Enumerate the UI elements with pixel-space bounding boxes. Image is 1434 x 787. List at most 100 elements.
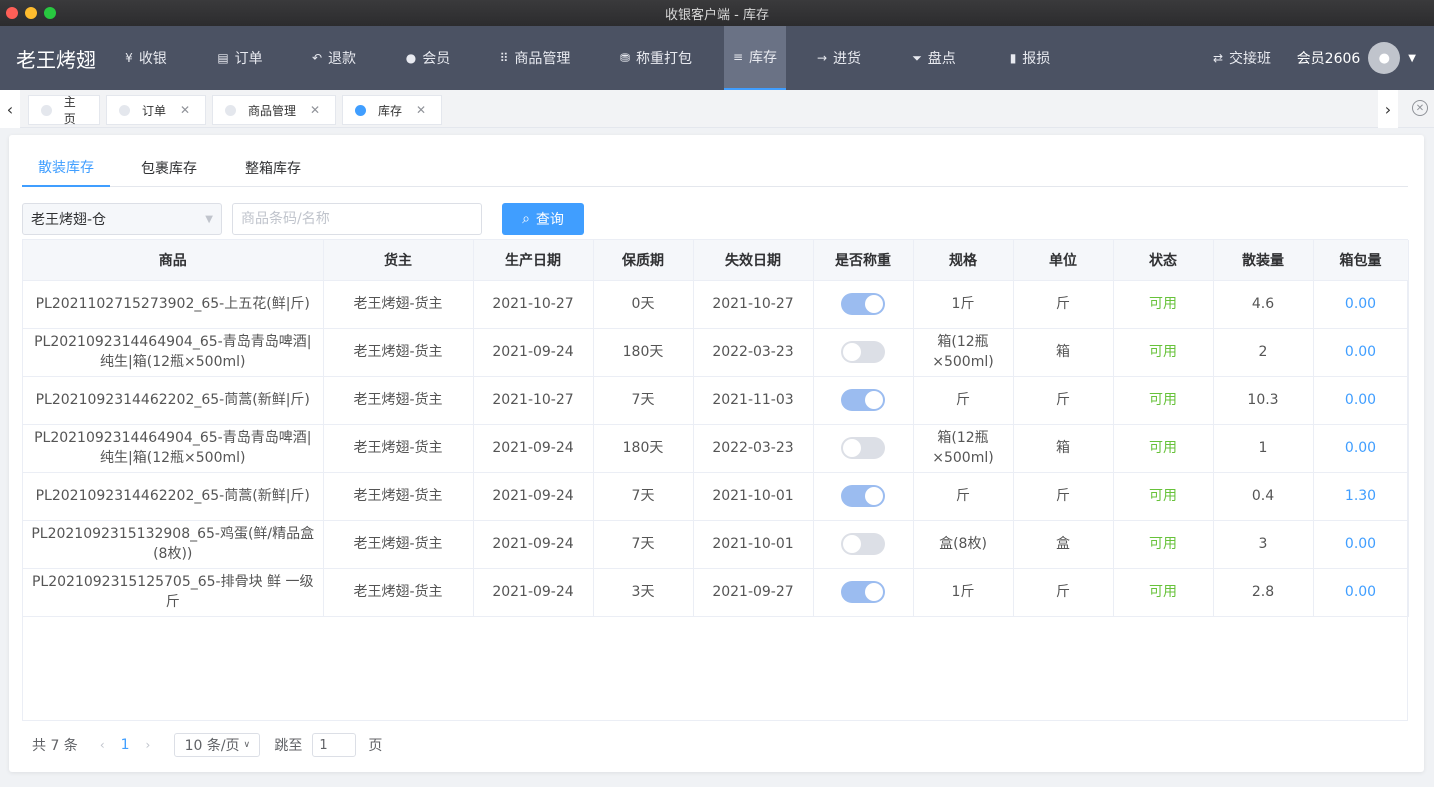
weighed-toggle[interactable] [841, 437, 885, 459]
page-number[interactable]: 1 [121, 737, 130, 753]
close-all-tabs-icon[interactable]: ✕ [1412, 100, 1428, 116]
tabs-scroll-left-button[interactable]: ‹ [0, 90, 20, 128]
cell-weighed [813, 328, 914, 377]
cell-box-qty: 0.00 [1313, 424, 1409, 473]
table-row[interactable]: PL2021092314464904_65-青岛青岛啤酒|纯生|箱(12瓶×50… [23, 424, 1409, 473]
weighed-toggle[interactable] [841, 341, 885, 363]
close-icon[interactable]: ✕ [310, 103, 320, 117]
weighed-toggle[interactable] [841, 485, 885, 507]
cell-expiry: 2022-03-23 [693, 328, 814, 377]
nav-item-3[interactable]: ● 会员 [390, 26, 466, 90]
top-nav: 老王烤翅 ¥ 收银 ▤ 订单 ↶ 退款 ● 会员 ⠿ 商品管理 ⛃ 称重打包 ≡ 库存 → 进货 ⏷ 盘点 ▮ 报损 … [0, 26, 1434, 90]
cell-product: PL2021092315125705_65-排骨块 鲜 一级斤 [23, 568, 324, 617]
column-header[interactable]: 单位 [1013, 240, 1114, 281]
nav-item-8[interactable]: ⏷ 盘点 [896, 26, 972, 90]
brand-name: 老王烤翅 [16, 47, 96, 72]
page-size-value: 10 条/页 [184, 738, 240, 754]
cell-owner: 老王烤翅-货主 [323, 280, 474, 329]
avatar[interactable]: ● [1368, 42, 1401, 74]
cell-spec: 斤 [913, 376, 1014, 425]
cell-unit: 斤 [1013, 376, 1114, 425]
maximize-window-button[interactable] [44, 7, 56, 19]
page-tab-3[interactable]: 库存 ✕ [342, 95, 442, 125]
chevron-down-icon: ▼ [205, 213, 213, 225]
nav-item-1[interactable]: ▤ 订单 [200, 26, 280, 90]
search-input[interactable] [232, 203, 482, 235]
cell-prod-date: 2021-09-24 [473, 472, 594, 521]
cell-shelf-life: 180天 [593, 328, 694, 377]
close-icon[interactable]: ✕ [416, 103, 426, 117]
table-row[interactable]: PL2021092314464904_65-青岛青岛啤酒|纯生|箱(12瓶×50… [23, 328, 1409, 377]
weighed-toggle[interactable] [841, 533, 885, 555]
weighed-toggle[interactable] [841, 293, 885, 315]
user-menu[interactable]: 会员2606 ● ▼ [1297, 26, 1416, 90]
nav-item-label: 会员 [422, 51, 451, 67]
cell-shelf-life: 7天 [593, 376, 694, 425]
shift-change-button[interactable]: ⇄ 交接班 [1200, 26, 1284, 90]
cell-spec: 盒(8枚) [913, 520, 1014, 569]
cell-expiry: 2021-10-27 [693, 280, 814, 329]
tabs-scroll-right-button[interactable]: › [1378, 90, 1398, 128]
nav-item-2[interactable]: ↶ 退款 [296, 26, 372, 90]
cell-prod-date: 2021-10-27 [473, 376, 594, 425]
cell-weighed [813, 472, 914, 521]
page-size-select[interactable]: 10 条/页 ∨ [174, 733, 261, 757]
column-header[interactable]: 商品 [23, 240, 324, 281]
tab-parcel-inventory[interactable]: 包裹库存 [132, 149, 206, 187]
cell-product: PL2021092314464904_65-青岛青岛啤酒|纯生|箱(12瓶×50… [23, 328, 324, 377]
column-header[interactable]: 规格 [913, 240, 1014, 281]
jump-page-input[interactable] [312, 733, 357, 757]
column-header[interactable]: 是否称重 [813, 240, 914, 281]
table-row[interactable]: PL2021092314462202_65-茼蒿(新鲜|斤) 老王烤翅-货主 202… [23, 472, 1409, 521]
weighed-toggle[interactable] [841, 389, 885, 411]
page-tab-1[interactable]: 订单 ✕ [106, 95, 206, 125]
page-tab-2[interactable]: 商品管理 ✕ [212, 95, 336, 125]
cell-prod-date: 2021-09-24 [473, 520, 594, 569]
page-tab-0[interactable]: 主页 [28, 95, 100, 126]
column-header[interactable]: 失效日期 [693, 240, 814, 281]
column-header[interactable]: 保质期 [593, 240, 694, 281]
weighed-toggle[interactable] [841, 581, 885, 603]
cell-status: 可用 [1113, 472, 1214, 521]
table-row[interactable]: PL2021102715273902_65-上五花(鲜|斤) 老王烤翅-货主 202… [23, 280, 1409, 329]
column-header[interactable]: 散装量 [1213, 240, 1314, 281]
nav-item-4[interactable]: ⠿ 商品管理 [484, 26, 586, 90]
column-header[interactable]: 箱包量 [1313, 240, 1409, 281]
cell-product: PL2021102715273902_65-上五花(鲜|斤) [23, 280, 324, 329]
close-icon[interactable]: ✕ [180, 103, 190, 117]
tab-case-inventory[interactable]: 整箱库存 [236, 149, 310, 187]
cell-status: 可用 [1113, 328, 1214, 377]
cell-weighed [813, 520, 914, 569]
column-header[interactable]: 生产日期 [473, 240, 594, 281]
column-header[interactable]: 状态 [1113, 240, 1214, 281]
close-window-button[interactable] [6, 7, 18, 19]
table-row[interactable]: PL2021092314462202_65-茼蒿(新鲜|斤) 老王烤翅-货主 202… [23, 376, 1409, 425]
nav-item-6[interactable]: ≡ 库存 [724, 26, 786, 90]
chevron-left-icon[interactable]: ‹ [100, 738, 105, 752]
window-title: 收银客户端 - 库存 [665, 7, 769, 23]
tab-bulk-inventory[interactable]: 散装库存 [22, 149, 110, 187]
query-button[interactable]: ⌕ 查询 [502, 203, 584, 235]
grid-icon: ⠿ [499, 51, 509, 65]
table-row[interactable]: PL2021092315125705_65-排骨块 鲜 一级斤 老王烤翅-货主 20… [23, 568, 1409, 617]
nav-item-label: 库存 [749, 50, 778, 66]
list-icon: ≡ [732, 50, 744, 64]
nav-item-0[interactable]: ¥ 收银 [106, 26, 186, 90]
cell-owner: 老王烤翅-货主 [323, 328, 474, 377]
nav-item-7[interactable]: → 进货 [806, 26, 872, 90]
table-row[interactable]: PL2021092315132908_65-鸡蛋(鲜/精品盒(8枚)) 老王烤翅-… [23, 520, 1409, 569]
tab-status-dot [119, 104, 130, 116]
column-header[interactable]: 货主 [323, 240, 474, 281]
nav-item-label: 商品管理 [514, 51, 571, 67]
cell-shelf-life: 7天 [593, 520, 694, 569]
warehouse-select[interactable]: 老王烤翅-仓 ▼ [22, 203, 222, 235]
cell-shelf-life: 180天 [593, 424, 694, 473]
nav-item-5[interactable]: ⛃ 称重打包 [604, 26, 708, 90]
cell-prod-date: 2021-10-27 [473, 280, 594, 329]
minimize-window-button[interactable] [25, 7, 37, 19]
chevron-down-icon[interactable]: ▼ [1408, 53, 1416, 64]
nav-item-9[interactable]: ▮ 报损 [992, 26, 1068, 90]
tab-label: 库存 [378, 103, 403, 118]
cell-box-qty: 0.00 [1313, 376, 1409, 425]
chevron-right-icon[interactable]: › [146, 738, 151, 752]
